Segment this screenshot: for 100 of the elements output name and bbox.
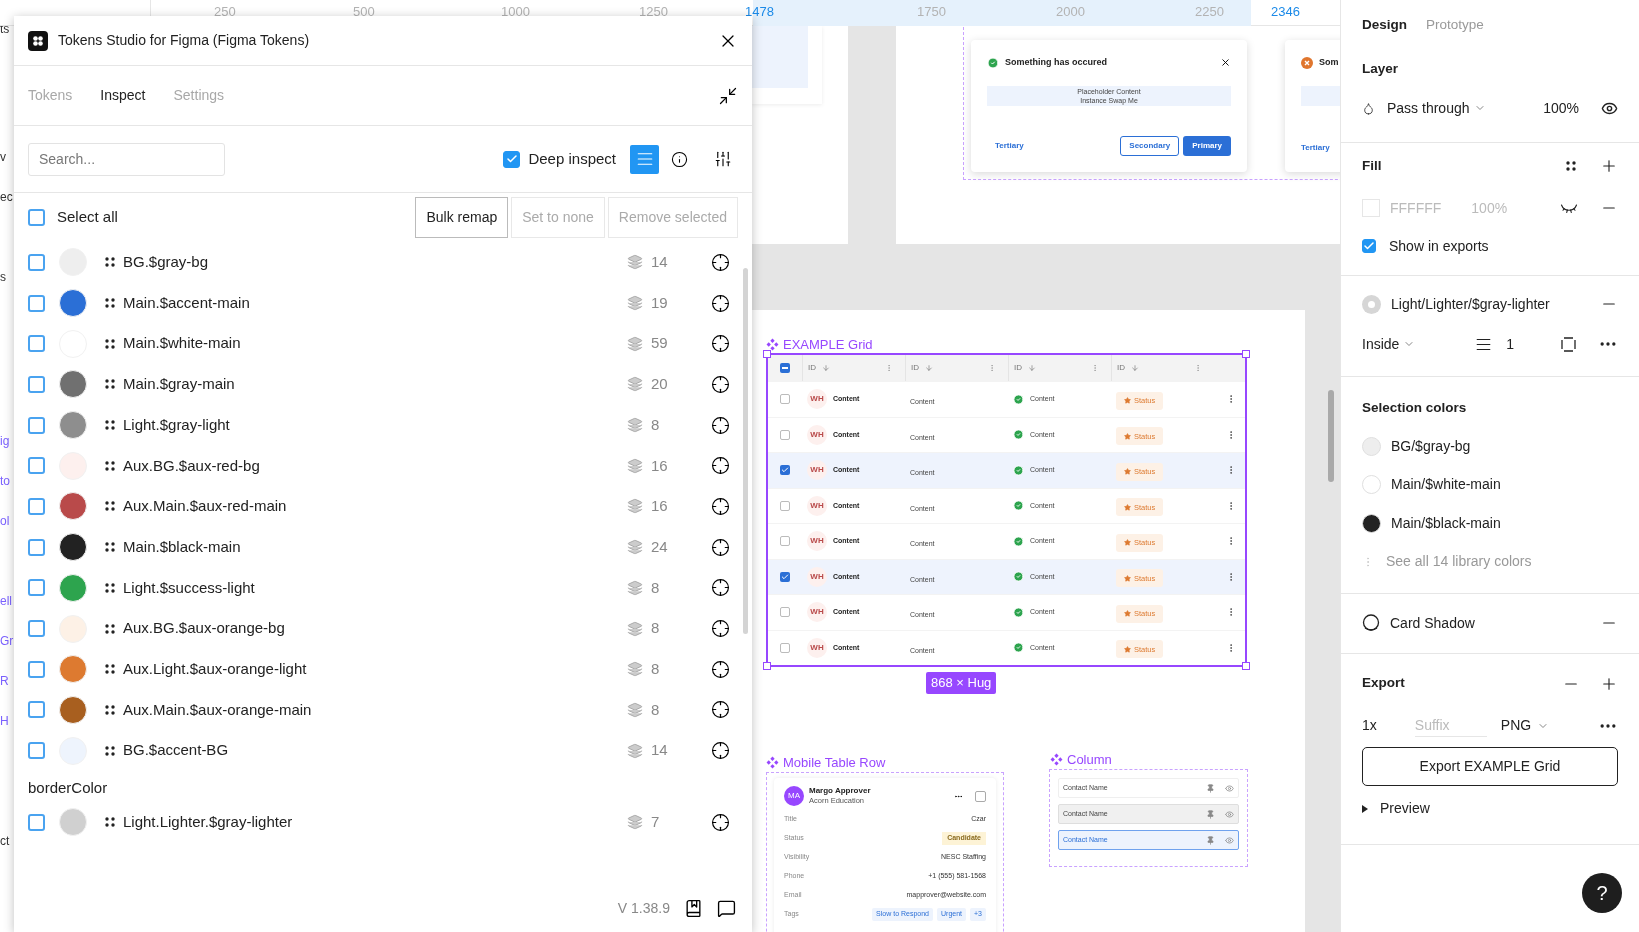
suffix-field[interactable]: Suffix <box>1414 714 1487 737</box>
token-checkbox[interactable] <box>28 813 45 831</box>
eye-icon[interactable] <box>1225 809 1234 819</box>
eye-icon[interactable] <box>1225 835 1234 845</box>
select-all-checkbox[interactable] <box>28 209 45 226</box>
column-header[interactable]: ID <box>1014 362 1022 374</box>
resize-handle[interactable] <box>1242 662 1250 670</box>
eye-icon[interactable] <box>1225 783 1234 793</box>
select-layers-icon[interactable] <box>711 741 730 761</box>
row-checkbox[interactable] <box>780 607 790 618</box>
header-checkbox[interactable] <box>780 363 790 373</box>
color-swatch[interactable] <box>1362 513 1381 533</box>
column-menu-icon[interactable] <box>1194 364 1202 372</box>
tertiary-link[interactable]: Tertiary <box>1301 142 1340 154</box>
show-in-exports-checkbox[interactable] <box>1362 239 1376 253</box>
select-layers-icon[interactable] <box>711 252 730 272</box>
add-icon[interactable] <box>1600 157 1618 175</box>
token-checkbox[interactable] <box>28 579 45 597</box>
stroke-position-dropdown[interactable]: Inside <box>1362 333 1416 355</box>
book-icon[interactable] <box>684 899 703 918</box>
column-menu-icon[interactable] <box>885 364 893 372</box>
column-header[interactable]: ID <box>1117 362 1125 374</box>
token-checkbox[interactable] <box>28 620 45 638</box>
layer-opacity[interactable]: 100% <box>1543 97 1579 119</box>
blend-dropdown[interactable]: Pass through <box>1387 97 1486 119</box>
list-view-button[interactable] <box>630 144 659 174</box>
select-layers-icon[interactable] <box>711 374 730 394</box>
token-checkbox[interactable] <box>28 335 45 353</box>
settings-sliders-icon[interactable] <box>714 150 732 168</box>
stroke-weight[interactable]: 1 <box>1506 333 1515 355</box>
row-checkbox[interactable] <box>780 465 790 476</box>
select-layers-icon[interactable] <box>711 659 730 679</box>
select-layers-icon[interactable] <box>711 537 730 557</box>
sort-icon[interactable] <box>1131 364 1139 372</box>
drag-handle-icon <box>105 623 115 634</box>
token-checkbox[interactable] <box>28 416 45 434</box>
select-layers-icon[interactable] <box>711 334 730 354</box>
preview-label[interactable]: Preview <box>1380 798 1430 819</box>
select-layers-icon[interactable] <box>711 293 730 313</box>
select-layers-icon[interactable] <box>711 619 730 639</box>
select-layers-icon[interactable] <box>711 496 730 516</box>
column-menu-icon[interactable] <box>1091 364 1099 372</box>
format-dropdown[interactable]: PNG <box>1500 715 1550 736</box>
row-checkbox[interactable] <box>780 500 790 511</box>
token-checkbox[interactable] <box>28 742 45 760</box>
pin-icon[interactable] <box>1206 783 1215 793</box>
select-layers-icon[interactable] <box>711 578 730 598</box>
disclosure-triangle-icon[interactable] <box>1362 804 1368 813</box>
layers-icon <box>627 814 643 831</box>
action-button[interactable]: Bulk remap <box>415 197 509 238</box>
row-checkbox[interactable] <box>780 536 790 547</box>
token-checkbox[interactable] <box>28 375 45 393</box>
fill-swatch[interactable] <box>1362 199 1380 217</box>
color-swatch[interactable] <box>1362 475 1381 495</box>
column-header[interactable]: ID <box>808 362 816 374</box>
row-checkbox[interactable] <box>975 790 986 802</box>
sort-icon[interactable] <box>1028 364 1036 372</box>
sort-icon[interactable] <box>822 364 830 372</box>
primary-button[interactable]: Primary <box>1183 136 1231 156</box>
column-menu-icon[interactable] <box>988 364 996 372</box>
tertiary-link[interactable]: Tertiary <box>995 140 1024 152</box>
token-checkbox[interactable] <box>28 497 45 515</box>
token-checkbox[interactable] <box>28 660 45 678</box>
deep-inspect-checkbox[interactable] <box>503 150 521 168</box>
pin-icon[interactable] <box>1206 835 1215 845</box>
sort-icon[interactable] <box>925 364 933 372</box>
select-layers-icon[interactable] <box>711 456 730 476</box>
collapse-icon[interactable] <box>718 85 738 106</box>
export-scale[interactable]: 1x <box>1362 715 1377 736</box>
effect-name[interactable]: Card Shadow <box>1390 612 1475 634</box>
info-icon[interactable] <box>671 150 688 168</box>
row-checkbox[interactable] <box>780 429 790 440</box>
token-checkbox[interactable] <box>28 538 45 556</box>
pin-icon[interactable] <box>1206 809 1215 819</box>
resize-handle[interactable] <box>763 350 771 358</box>
stroke-style[interactable]: Light/Lighter/$gray-lighter <box>1391 293 1550 315</box>
token-checkbox[interactable] <box>28 253 45 271</box>
token-checkbox[interactable] <box>28 294 45 312</box>
select-layers-icon[interactable] <box>711 812 730 832</box>
row-checkbox[interactable] <box>780 642 790 653</box>
resize-handle[interactable] <box>1242 350 1250 358</box>
secondary-button[interactable]: Secondary <box>1120 136 1180 156</box>
resize-handle[interactable] <box>763 662 771 670</box>
row-checkbox[interactable] <box>780 571 790 582</box>
tab[interactable]: Inspect <box>100 85 146 106</box>
close-icon[interactable] <box>1220 57 1231 69</box>
panel-tab[interactable]: Design <box>1362 14 1407 36</box>
search-field[interactable]: Search... <box>28 142 225 176</box>
column-header[interactable]: ID <box>911 362 919 374</box>
token-checkbox[interactable] <box>28 457 45 475</box>
feedback-icon[interactable] <box>717 899 736 918</box>
select-layers-icon[interactable] <box>711 415 730 435</box>
export-button[interactable]: Export EXAMPLE Grid <box>1362 746 1618 786</box>
individual-strokes-icon[interactable] <box>1561 336 1576 352</box>
row-checkbox[interactable] <box>780 394 790 405</box>
style-swatch[interactable] <box>1362 294 1381 314</box>
help-button[interactable]: ? <box>1582 873 1622 913</box>
token-checkbox[interactable] <box>28 701 45 719</box>
select-layers-icon[interactable] <box>711 700 730 720</box>
color-swatch[interactable] <box>1362 436 1381 456</box>
